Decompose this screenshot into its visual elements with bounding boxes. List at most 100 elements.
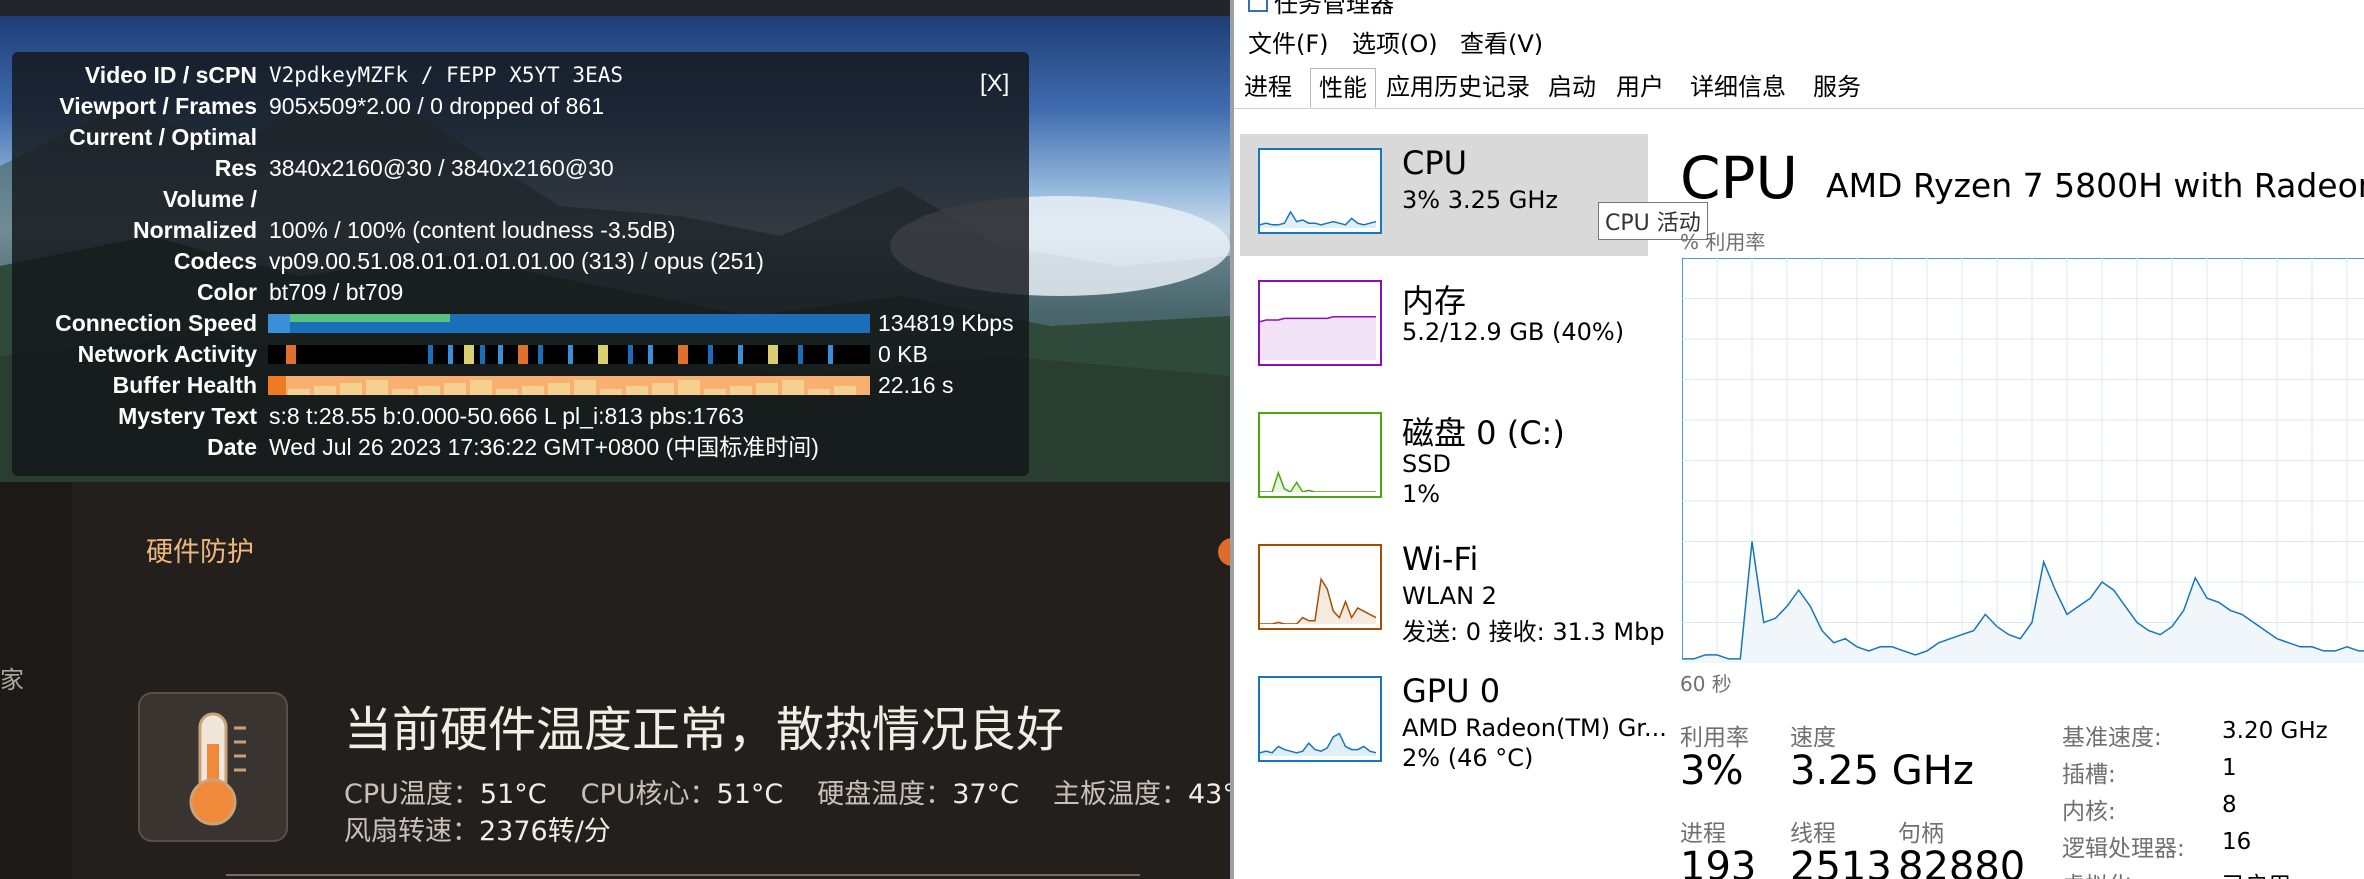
status-dot-icon: [1218, 538, 1230, 566]
buffer-bar-segment: [652, 383, 674, 395]
hardware-status-message: 当前硬件温度正常，散热情况良好: [344, 702, 1065, 758]
stat-label: 进程: [1680, 821, 1726, 847]
buffer-bar-segment: [340, 383, 362, 395]
temp-label: CPU温度：: [344, 779, 480, 810]
buffer-bar-segment: [548, 383, 570, 395]
window-title: 任务管理器: [1274, 0, 1394, 18]
sidebar-item[interactable]: Wi-Fi WLAN 2 发送: 0 接收: 31.3 Mbp: [1240, 530, 1665, 652]
network-bar-segment: [428, 345, 433, 364]
buffer-bar-segment: [704, 389, 726, 395]
temp-label: CPU核心：: [580, 779, 717, 810]
buffer-bar-segment: [418, 386, 440, 395]
network-bar-segment: [628, 345, 633, 364]
buffer-bar-segment: [392, 389, 414, 395]
buffer-bar-segment: [756, 383, 778, 395]
stat-value: s:8 t:28.55 b:0.000-50.666 L pl_i:813 pb…: [269, 403, 744, 429]
sidebar-item[interactable]: 磁盘 0 (C:) SSD 1%: [1240, 398, 1648, 520]
menu-bar: 文件(F) 选项(O) 查看(V): [1234, 20, 2364, 60]
video-player[interactable]: [X] Video ID / sCPN V2pdkeyMZFk / FEPP X5…: [0, 16, 1230, 482]
stat-row: Current / Optimal: [12, 122, 1029, 153]
tab-item[interactable]: 启动: [1540, 68, 1604, 106]
stat-label: Date: [207, 434, 257, 460]
menu-item[interactable]: 文件(F): [1248, 24, 1329, 59]
menu-item[interactable]: 选项(O): [1352, 24, 1438, 59]
stat-value: 100% / 100% (content loudness -3.5dB): [269, 217, 676, 243]
stat-value: 2513: [1790, 844, 1892, 879]
stat-row: Mystery Text s:8 t:28.55 b:0.000-50.666 L…: [12, 401, 1029, 432]
network-bar-segment: [598, 345, 608, 364]
stat-label: 线程: [1790, 821, 1836, 847]
sidebar-item[interactable]: 内存 5.2/12.9 GB (40%): [1240, 266, 1648, 388]
sidebar-item[interactable]: GPU 0 AMD Radeon(TM) Gr... 2% (46 °C): [1240, 662, 1667, 784]
stat-value: 82880: [1898, 844, 2026, 879]
stat-label: Connection Speed: [55, 310, 257, 336]
stat-label: Volume /: [162, 186, 257, 212]
stat-label: Network Activity: [77, 341, 257, 367]
fan-speed-value: 2376转/分: [479, 816, 611, 847]
stat-label: Video ID / sCPN: [84, 62, 257, 88]
buffer-bar-segment: [366, 380, 388, 395]
stat-label: Res: [214, 155, 257, 181]
stat-label: 句柄: [1898, 821, 1944, 847]
network-bar-segment: [518, 345, 528, 364]
stat-row: Res 3840x2160@30 / 3840x2160@30: [12, 153, 1029, 184]
performance-sidebar: CPU 3% 3.25 GHz 内存 5.2/12.9 GB (40%) 磁盘 0 (C…: [1234, 110, 1667, 879]
speed-bar-segment: [268, 314, 290, 333]
stat-label: Normalized: [133, 217, 257, 243]
sparkline-fill: [1260, 212, 1376, 228]
temp-value: 43°: [1187, 779, 1230, 810]
temp-value: 51°C: [479, 779, 547, 810]
tab-item[interactable]: 性能: [1310, 68, 1376, 108]
spec-key: 基准速度:: [2062, 725, 2162, 751]
menu-item[interactable]: 查看(V): [1460, 24, 1543, 59]
spec-value: 16: [2222, 829, 2252, 855]
hardware-protection-panel: 家 硬件防护 当前硬件温度正常，散热情况良好 CPU温度：51°C CPU核心：5…: [0, 482, 1230, 879]
buffer-bar-segment: [678, 380, 700, 395]
spec-key: 插槽:: [2062, 762, 2116, 788]
buffer-bar-segment: [268, 376, 286, 395]
stat-value: Wed Jul 26 2023 17:36:22 GMT+0800 (中国标准时…: [269, 434, 819, 460]
stat-row: Network Activity 0 KB: [12, 339, 1029, 370]
sidebar-thumbnail: [1258, 412, 1382, 498]
network-bar-segment: [678, 345, 688, 364]
buffer-bar-segment: [314, 386, 336, 395]
cpu-detail-pane: CPU AMD Ryzen 7 5800H with Radeon % 利用率 …: [1654, 110, 2364, 879]
buffer-bar-segment: [626, 386, 648, 395]
sidebar-thumbnail: [1258, 544, 1382, 630]
stat-row: Normalized 100% / 100% (content loudness …: [12, 215, 1029, 246]
network-bar-segment: [464, 345, 474, 364]
spec-key: 内核:: [2062, 799, 2116, 825]
stat-row: Color bt709 / bt709: [12, 277, 1029, 308]
stat-label: 利用率: [1680, 725, 1749, 751]
spec-value: 3.20 GHz: [2222, 718, 2328, 744]
spec-value: 8: [2222, 792, 2237, 818]
stat-value: V2pdkeyMZFk / FEPP X5YT 3EAS: [269, 63, 624, 87]
cpu-utilization-graph: [1682, 258, 2364, 663]
cpu-model-name: AMD Ryzen 7 5800H with Radeon: [1826, 166, 2364, 205]
tab-item[interactable]: 应用历史记录: [1384, 68, 1532, 106]
stat-bar-value: 134819 Kbps: [878, 310, 1014, 336]
stat-row: Connection Speed 134819 Kbps: [12, 308, 1029, 339]
spec-key: 逻辑处理器:: [2062, 836, 2185, 862]
stat-value: 193: [1680, 844, 1757, 879]
network-bar-segment: [708, 345, 713, 364]
stat-value: 3%: [1680, 748, 1744, 794]
network-bar-segment: [828, 345, 833, 364]
tab-item[interactable]: 服务: [1806, 68, 1868, 106]
tab-item[interactable]: 用户: [1610, 68, 1670, 106]
fan-speed-label: 风扇转速：: [344, 816, 479, 847]
sidebar-item-detail: SSD: [1402, 450, 1451, 478]
sidebar-thumbnail: [1258, 280, 1382, 366]
temp-label: 主板温度：: [1052, 779, 1188, 810]
tab-item[interactable]: 进程: [1240, 68, 1296, 106]
buffer-bar-segment: [834, 386, 856, 395]
tab-item[interactable]: 详细信息: [1678, 68, 1798, 106]
sidebar-item-detail: 发送: 0 接收: 31.3 Mbp: [1402, 618, 1665, 646]
buffer-bar-segment: [574, 380, 596, 395]
title-bar[interactable]: 任务管理器: [1234, 0, 2364, 18]
sidebar-item[interactable]: CPU 3% 3.25 GHz: [1240, 134, 1648, 256]
speed-bar: [268, 314, 870, 333]
stat-row: Buffer Health 22.16 s: [12, 370, 1029, 401]
sparkline-line: [1260, 210, 1376, 226]
video-top-bar: [0, 0, 1230, 16]
